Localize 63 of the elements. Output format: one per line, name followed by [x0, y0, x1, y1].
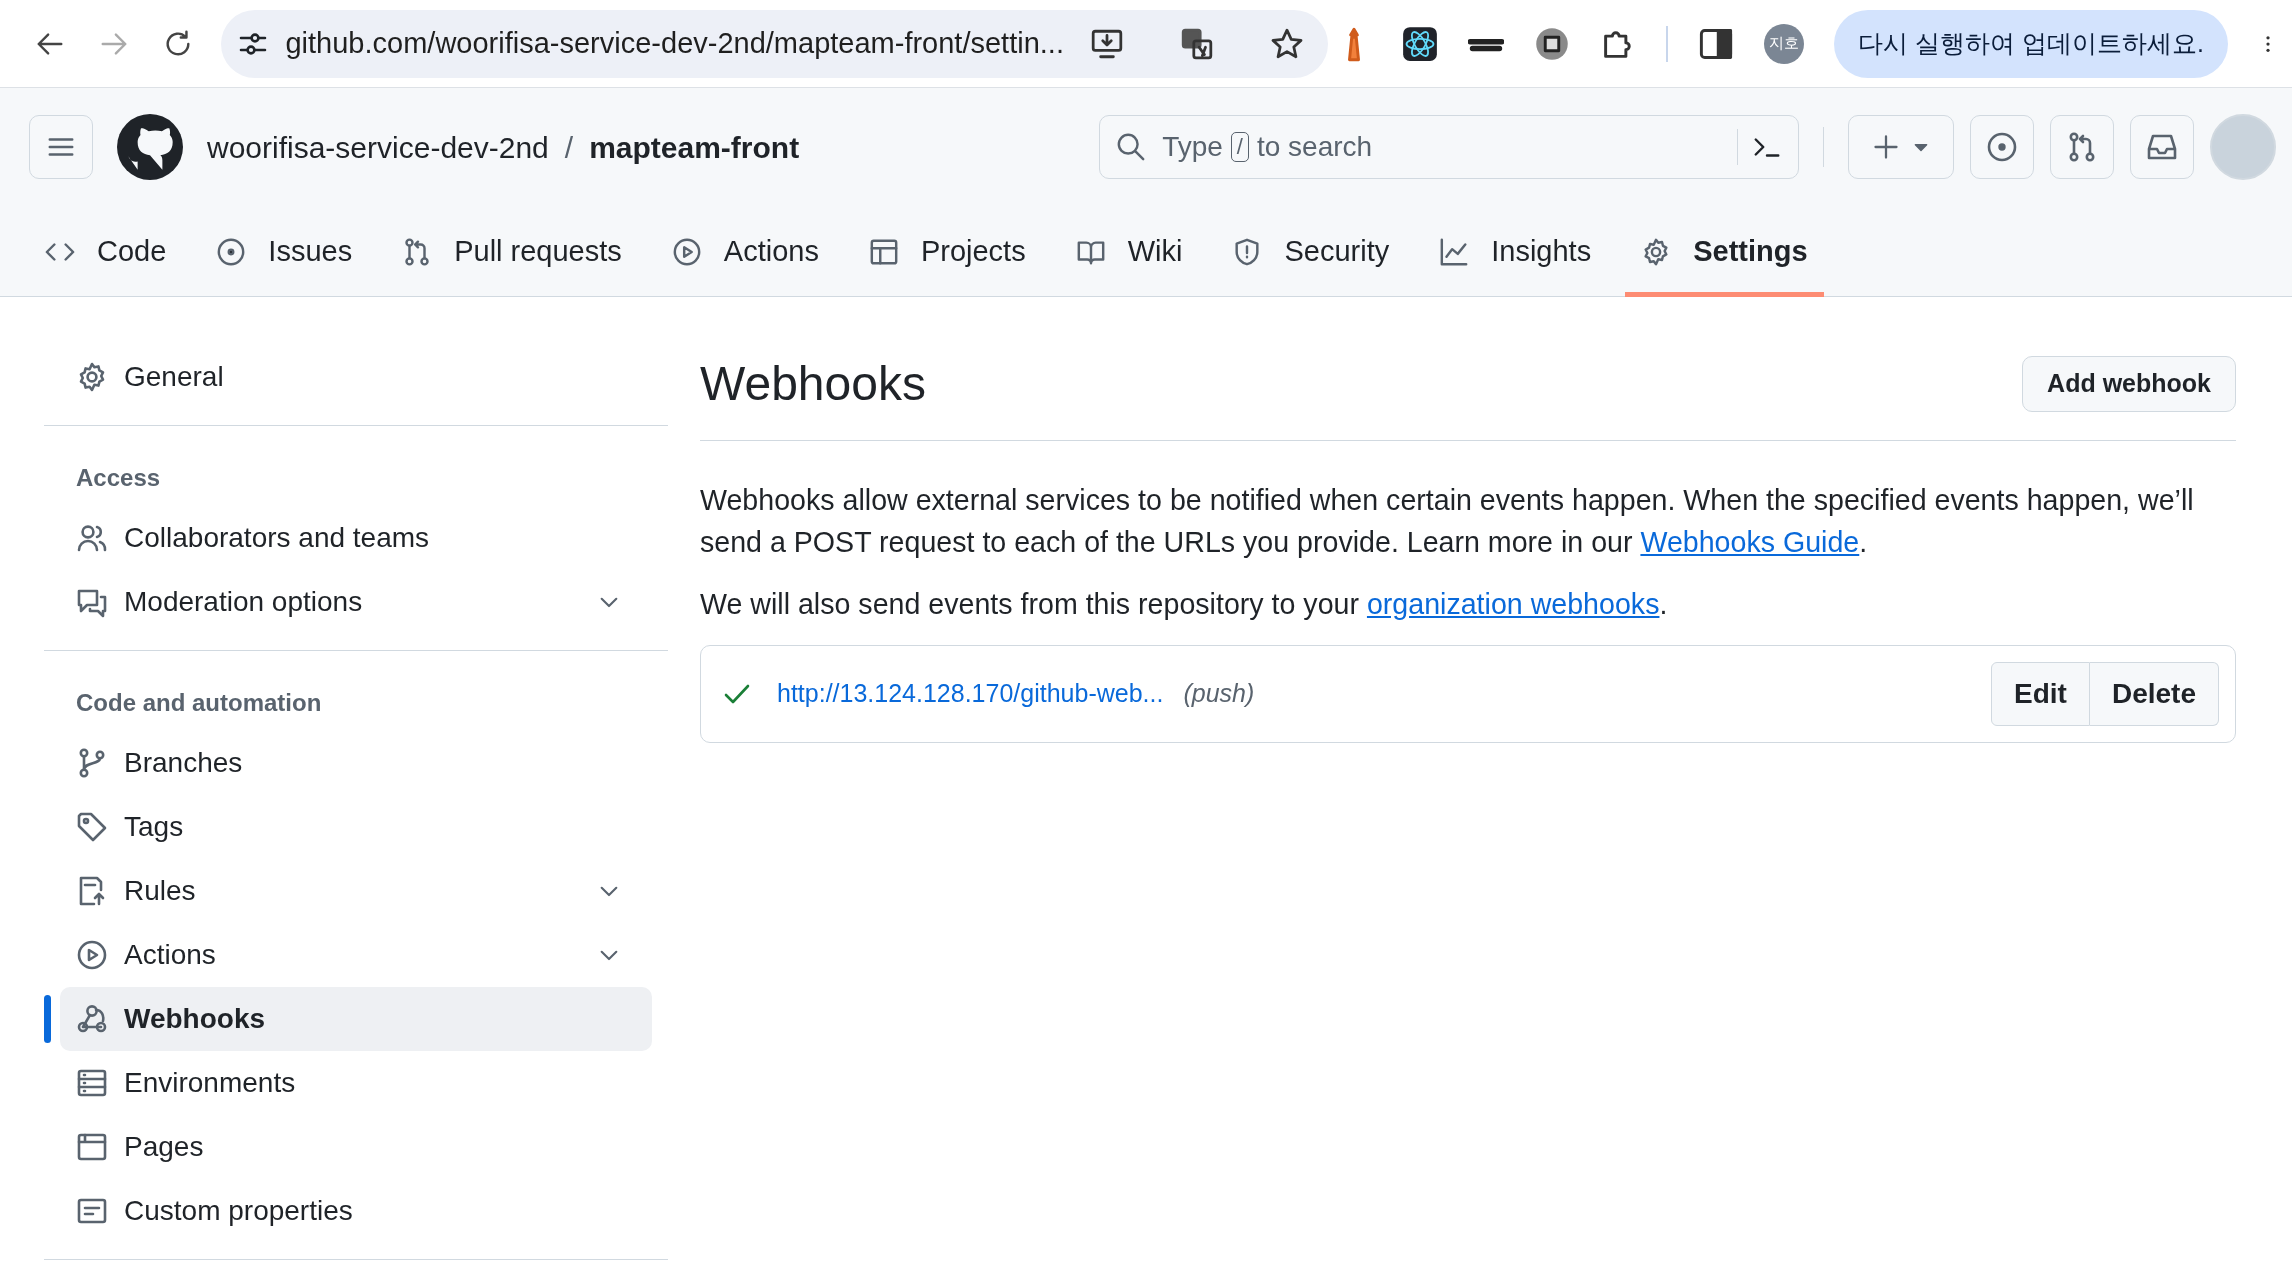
search-field[interactable]: Type / to search	[1099, 115, 1800, 179]
description-text: Webhooks allow external services to be notified when certain events happen. When the specified events happen, we’ll send a POST request to each of the URLs you provide. Learn more in our Webhooks Guide.	[700, 483, 2195, 560]
logo-icon[interactable]	[117, 114, 183, 180]
update-button[interactable]: 다시 실행하여 업데이트하세요.	[1834, 9, 2228, 78]
search-hint: to search	[1257, 130, 1373, 164]
create-new-button[interactable]	[1848, 115, 1955, 179]
section-heading: Code and automation	[75, 688, 323, 718]
round-extension-icon[interactable]	[1534, 25, 1571, 62]
sidebar-item[interactable]: Actions	[60, 923, 652, 987]
repo-tab[interactable]: Settings	[1625, 206, 1824, 297]
circle-dot-icon	[1986, 131, 2019, 163]
repo-tab[interactable]: Security	[1216, 206, 1406, 297]
guide-link[interactable]: Webhooks Guide	[1640, 526, 1860, 558]
repo-link[interactable]: mapteam-front	[589, 124, 800, 170]
url-text: github.com/woorifisa-service-dev-2nd/mapteam-front/settin...	[285, 25, 1065, 61]
translate-icon[interactable]	[1180, 26, 1215, 61]
repo-tab[interactable]: Insights	[1423, 206, 1608, 297]
star-icon[interactable]	[1270, 26, 1305, 61]
menu-button[interactable]	[29, 115, 93, 179]
search-hint: Type	[1162, 130, 1223, 164]
server-icon	[76, 1067, 108, 1099]
delete-button[interactable]: Delete	[2089, 662, 2219, 726]
issues-button[interactable]	[1970, 115, 2035, 179]
sidebar-item[interactable]: Environments	[60, 1051, 652, 1115]
repo-tab[interactable]: Actions	[655, 206, 835, 297]
sidebar-item[interactable]: Branches	[60, 731, 652, 795]
play-circle-icon	[671, 236, 702, 267]
inbox-button[interactable]	[2130, 115, 2195, 179]
people-icon	[76, 522, 108, 554]
sidebar-item[interactable]: Collaborators and teams	[60, 506, 652, 570]
repo-tab[interactable]: Wiki	[1059, 206, 1199, 297]
add-webhook-button[interactable]: Add webhook	[2022, 356, 2236, 412]
path-separator: /	[564, 129, 574, 166]
webhook-icon	[76, 1003, 108, 1035]
guide-link[interactable]: organization webhooks	[1366, 588, 1660, 620]
sidebar-item[interactable]: Custom properties	[60, 1179, 652, 1243]
address-bar[interactable]: github.com/woorifisa-service-dev-2nd/mapteam-front/settin...	[221, 9, 1329, 78]
play-circle-icon	[76, 939, 108, 971]
sidebar-item[interactable]: Pages	[60, 1115, 652, 1179]
search-icon	[1116, 132, 1147, 162]
sidebar-item[interactable]: Moderation options	[60, 570, 652, 634]
repo-tab[interactable]: Pull requests	[386, 206, 638, 297]
tag-icon	[76, 811, 108, 843]
sidebar-item[interactable]: Rules	[60, 859, 652, 923]
repo-tab[interactable]: Issues	[200, 206, 369, 297]
sidebar-item[interactable]: General	[60, 345, 652, 409]
pull-requests-button[interactable]	[2050, 115, 2115, 179]
shortcut-key: /	[1230, 132, 1249, 162]
section-heading: Access	[75, 463, 162, 493]
repo-tab[interactable]: Code	[29, 206, 183, 297]
atom-icon[interactable]	[1402, 25, 1439, 62]
webhook-url-link[interactable]: http://13.124.128.170/github-web...	[777, 675, 1164, 713]
description-text: We will also send events from this repository to your organization webhooks.	[700, 587, 1669, 622]
browser-icon	[76, 1131, 108, 1163]
page-title: Webhooks	[700, 356, 926, 413]
edit-button[interactable]: Edit	[1991, 662, 2090, 726]
profile-avatar[interactable]: 지호	[1764, 23, 1805, 64]
repo-tab[interactable]: Projects	[852, 206, 1042, 297]
graph-icon	[1439, 236, 1470, 267]
owner-link[interactable]: woorifisa-service-dev-2nd	[207, 124, 549, 170]
sidebar-item[interactable]: Tags	[60, 795, 652, 859]
circle-dot-icon	[216, 236, 247, 267]
event-list-text: (push)	[1183, 678, 1255, 710]
